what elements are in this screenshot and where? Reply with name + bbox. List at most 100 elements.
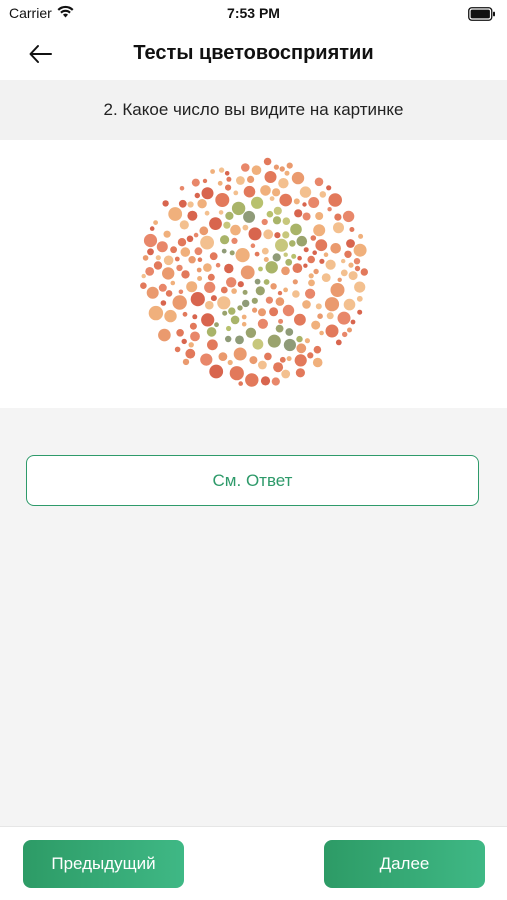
plate-dot [207, 339, 218, 351]
plate-dot [357, 309, 363, 315]
plate-dot [140, 282, 147, 289]
plate-dot [153, 261, 163, 270]
plate-dot [341, 258, 346, 264]
plate-dot [182, 311, 188, 317]
plate-dot [315, 239, 328, 252]
question-band: 2. Какое число вы видите на картинке [0, 80, 507, 140]
plate-dot [258, 266, 263, 272]
plate-dot [290, 223, 302, 236]
plate-dot [224, 171, 230, 176]
plate-dot [165, 290, 173, 297]
plate-dot [226, 277, 237, 288]
plate-dot [350, 319, 356, 325]
plate-dot [312, 250, 317, 255]
plate-dot [344, 250, 352, 258]
plate-dot [264, 352, 272, 361]
plate-dot [207, 273, 215, 281]
plate-dot [261, 247, 269, 255]
plate-dot [273, 362, 284, 373]
previous-button[interactable]: Предыдущий [23, 840, 184, 888]
plate-dot [311, 320, 321, 330]
plate-dot [272, 188, 281, 197]
plate-dot [275, 297, 285, 306]
plate-dot [323, 252, 329, 257]
bottom-navigation: Предыдущий Далее [0, 826, 507, 900]
plate-dot [257, 318, 268, 329]
plate-dot [143, 233, 158, 248]
plate-dot [204, 210, 210, 216]
plate-dot [192, 314, 198, 320]
plate-dot [270, 283, 277, 290]
plate-dot [337, 311, 351, 325]
plate-dot [325, 324, 339, 338]
plate-dot [308, 197, 320, 208]
plate-dot [251, 165, 262, 175]
plate-dot [221, 248, 227, 254]
plate-dot [187, 201, 194, 208]
plate-dot [158, 328, 171, 342]
plate-dot [181, 338, 187, 345]
plate-dot [353, 243, 367, 257]
plate-dot [326, 185, 332, 191]
plate-dot [279, 356, 286, 363]
plate-dot [296, 335, 303, 343]
plate-dot [217, 296, 231, 310]
plate-dot [179, 186, 185, 191]
plate-dot [294, 209, 303, 218]
plate-dot [149, 226, 155, 231]
plate-dot [263, 229, 274, 240]
plate-dot [340, 269, 348, 277]
plate-dot [145, 267, 155, 276]
plate-dot [174, 346, 181, 353]
plate-dot [148, 305, 164, 321]
plate-dot [269, 196, 275, 201]
plate-dot [245, 373, 259, 387]
plate-dot [281, 369, 291, 379]
plate-dot [303, 263, 308, 268]
plate-dot [186, 281, 198, 293]
plate-dot [233, 190, 239, 196]
plate-dot [302, 212, 311, 221]
plate-dot [210, 169, 215, 174]
plate-dot [264, 171, 277, 183]
plate-dot [241, 163, 250, 172]
plate-dot [223, 221, 231, 229]
plate-dot [225, 184, 232, 191]
plate-dot [194, 192, 200, 199]
plate-dot [229, 366, 244, 381]
plate-dot [174, 256, 180, 262]
plate-dot [170, 246, 177, 254]
plate-dot [283, 338, 296, 352]
next-button[interactable]: Далее [324, 840, 485, 888]
plate-dot [249, 356, 258, 365]
plate-dot [187, 210, 198, 221]
plate-dot [354, 265, 361, 272]
plate-dot [334, 213, 342, 221]
plate-dot [209, 252, 218, 261]
plate-dot [243, 210, 256, 223]
plate-dot [200, 353, 213, 366]
plate-dot [179, 220, 189, 230]
plate-dot [263, 279, 270, 285]
plate-dot [251, 196, 264, 209]
plate-dot [201, 313, 215, 327]
plate-dot [289, 240, 296, 247]
plate-dot [209, 364, 224, 379]
plate-dot [182, 358, 190, 366]
plate-dot [163, 230, 171, 238]
plate-dot [360, 268, 368, 276]
plate-dot [230, 315, 240, 325]
plate-dot [196, 267, 202, 273]
plate-dot [294, 354, 307, 367]
plate-dot [269, 307, 279, 317]
plate-dot [220, 286, 228, 294]
show-answer-button[interactable]: См. Ответ [26, 455, 479, 506]
plate-dot [202, 178, 208, 184]
plate-dot [176, 264, 183, 272]
plate-dot [218, 210, 224, 215]
plate-dot [304, 338, 310, 344]
plate-dot [348, 271, 358, 281]
plate-dot [194, 247, 203, 256]
plate-dot [254, 251, 260, 257]
plate-dot [158, 283, 167, 292]
